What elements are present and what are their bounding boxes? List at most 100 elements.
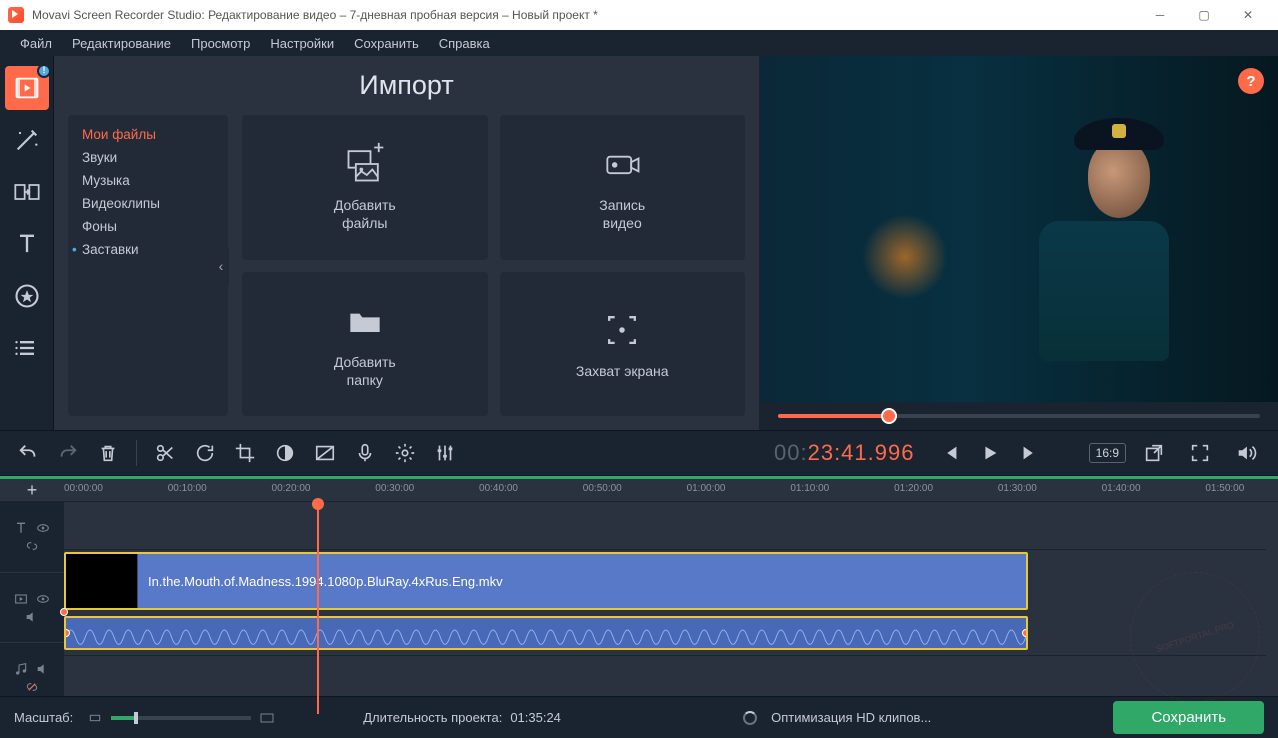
- camera-icon: [600, 142, 644, 186]
- capture-icon: [600, 308, 644, 352]
- cat-sounds[interactable]: Звуки: [68, 146, 228, 169]
- ruler-ticks: 00:00:0000:10:0000:20:0000:30:0000:40:00…: [64, 479, 1278, 501]
- sliders-icon: [434, 442, 456, 464]
- duration-value: 01:35:24: [510, 710, 561, 725]
- collapse-category-button[interactable]: ‹: [213, 245, 229, 287]
- tile-add-files[interactable]: Добавить файлы: [242, 115, 488, 260]
- redo-button[interactable]: [50, 436, 86, 470]
- cat-backgrounds[interactable]: Фоны: [68, 215, 228, 238]
- cat-my-files[interactable]: Мои файлы: [68, 123, 228, 146]
- transition-button[interactable]: [307, 436, 343, 470]
- import-panel: Импорт Мои файлы Звуки Музыка Видеоклипы…: [54, 56, 760, 430]
- optimizing-label: Оптимизация HD клипов...: [771, 710, 931, 725]
- eye-icon: [35, 520, 51, 536]
- save-button[interactable]: Сохранить: [1113, 701, 1264, 734]
- video-preview[interactable]: ?: [760, 56, 1278, 402]
- gear-icon: [394, 442, 416, 464]
- wand-icon: [13, 126, 41, 154]
- audio-clip[interactable]: [64, 616, 1028, 650]
- undo-button[interactable]: [10, 436, 46, 470]
- tab-more[interactable]: [5, 326, 49, 370]
- prev-frame-button[interactable]: [932, 436, 968, 470]
- vertical-toolbar: [0, 56, 54, 430]
- zoom-slider[interactable]: [87, 710, 275, 726]
- menu-save[interactable]: Сохранить: [344, 32, 429, 55]
- cat-video-clips[interactable]: Видеоклипы: [68, 192, 228, 215]
- delete-button[interactable]: [90, 436, 126, 470]
- link-icon: [24, 538, 40, 554]
- color-button[interactable]: [267, 436, 303, 470]
- preview-panel: ?: [760, 56, 1278, 430]
- tile-capture-screen-label: Захват экрана: [576, 362, 669, 380]
- tab-stickers[interactable]: [5, 274, 49, 318]
- notification-badge-icon: [37, 64, 51, 78]
- tab-filters[interactable]: [5, 118, 49, 162]
- menu-view[interactable]: Просмотр: [181, 32, 260, 55]
- aspect-ratio-button[interactable]: 16:9: [1089, 443, 1126, 463]
- window-titlebar: Movavi Screen Recorder Studio: Редактиро…: [0, 0, 1278, 30]
- play-icon: [979, 442, 1001, 464]
- list-icon: [13, 334, 41, 362]
- rotate-icon: [194, 442, 216, 464]
- waveform-icon: [66, 618, 1026, 650]
- zoom-in-icon: [259, 710, 275, 726]
- timeline-ruler[interactable]: + 00:00:0000:10:0000:20:0000:30:0000:40:…: [0, 476, 1278, 502]
- menu-settings[interactable]: Настройки: [260, 32, 344, 55]
- close-button[interactable]: ✕: [1226, 0, 1270, 30]
- play-button[interactable]: [972, 436, 1008, 470]
- text-track-icon: [13, 520, 29, 536]
- cat-music[interactable]: Музыка: [68, 169, 228, 192]
- fullscreen-button[interactable]: [1182, 436, 1218, 470]
- tab-import[interactable]: [5, 66, 49, 110]
- track-canvas[interactable]: In.the.Mouth.of.Madness.1994.1080p.BluRa…: [64, 502, 1278, 714]
- trash-icon: [97, 442, 119, 464]
- equalizer-button[interactable]: [427, 436, 463, 470]
- mute-icon: [35, 661, 51, 677]
- star-circle-icon: [13, 282, 41, 310]
- scissors-icon: [154, 442, 176, 464]
- music-track-icon: [13, 661, 29, 677]
- menu-help[interactable]: Справка: [429, 32, 500, 55]
- mute-icon: [24, 609, 40, 625]
- zoom-label: Масштаб:: [14, 710, 73, 725]
- folder-icon: [343, 299, 387, 343]
- timeline-panel: + 00:00:0000:10:0000:20:0000:30:0000:40:…: [0, 476, 1278, 714]
- crop-icon: [234, 442, 256, 464]
- redo-icon: [57, 442, 79, 464]
- tile-record-video[interactable]: Запись видео: [500, 115, 746, 260]
- window-title: Movavi Screen Recorder Studio: Редактиро…: [32, 8, 1138, 22]
- next-frame-button[interactable]: [1012, 436, 1048, 470]
- menu-edit[interactable]: Редактирование: [62, 32, 181, 55]
- text-icon: [13, 230, 41, 258]
- cat-intros[interactable]: Заставки: [68, 238, 228, 261]
- skip-back-icon: [939, 442, 961, 464]
- detach-preview-button[interactable]: [1136, 436, 1172, 470]
- video-track-icon: [13, 591, 29, 607]
- split-button[interactable]: [147, 436, 183, 470]
- volume-button[interactable]: [1228, 436, 1264, 470]
- tab-titles[interactable]: [5, 222, 49, 266]
- popout-icon: [1143, 442, 1165, 464]
- add-track-button[interactable]: +: [0, 479, 64, 501]
- editor-toolbar: 00:23:41.996 16:9: [0, 430, 1278, 476]
- clip-label: In.the.Mouth.of.Madness.1994.1080p.BluRa…: [138, 574, 1026, 589]
- tile-capture-screen[interactable]: Захват экрана: [500, 272, 746, 417]
- rotate-button[interactable]: [187, 436, 223, 470]
- menu-file[interactable]: Файл: [10, 32, 62, 55]
- contrast-icon: [274, 442, 296, 464]
- help-button[interactable]: ?: [1238, 68, 1264, 94]
- tile-add-folder[interactable]: Добавить папку: [242, 272, 488, 417]
- track-header-video[interactable]: [0, 573, 64, 644]
- preview-seekbar[interactable]: [760, 402, 1278, 430]
- voiceover-button[interactable]: [347, 436, 383, 470]
- tile-add-files-label: Добавить файлы: [334, 196, 396, 232]
- crop-button[interactable]: [227, 436, 263, 470]
- clip-properties-button[interactable]: [387, 436, 423, 470]
- tab-transitions[interactable]: [5, 170, 49, 214]
- minimize-button[interactable]: ─: [1138, 0, 1182, 30]
- track-header-titles[interactable]: [0, 502, 64, 573]
- video-clip[interactable]: In.the.Mouth.of.Madness.1994.1080p.BluRa…: [64, 552, 1028, 610]
- maximize-button[interactable]: ▢: [1182, 0, 1226, 30]
- app-icon: [8, 7, 24, 23]
- fade-icon: [314, 442, 336, 464]
